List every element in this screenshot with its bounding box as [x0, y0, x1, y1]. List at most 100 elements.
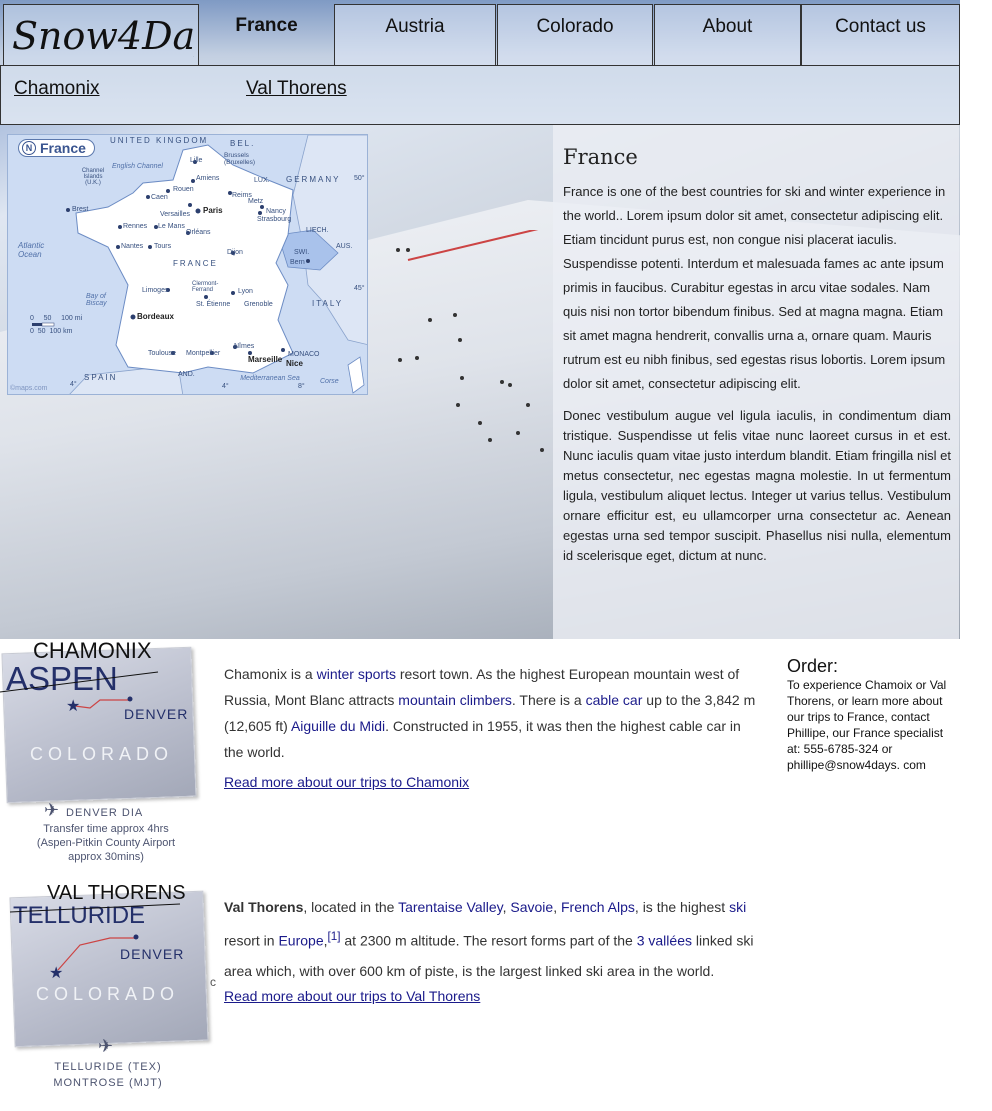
map-city-orleans: Orléans — [186, 229, 211, 236]
map-lon-8: 8° — [298, 383, 305, 390]
svg-text:★: ★ — [66, 698, 80, 715]
map-city-lille: Lille — [190, 157, 203, 164]
map-label-corse: Corse — [320, 378, 339, 385]
map-city-grenoble: Grenoble — [244, 301, 273, 308]
map-lat-45: 45° — [354, 285, 365, 292]
france-info-panel: France France is one of the best countri… — [553, 125, 959, 639]
link-mountain-climbers[interactable]: mountain climbers — [398, 692, 512, 708]
map-label-italy: ITALY — [312, 299, 344, 308]
map-label-germany: GERMANY — [286, 175, 341, 184]
map-city-rouen: Rouen — [173, 186, 194, 193]
map-city-bordeaux: Bordeaux — [137, 312, 174, 321]
link-europe[interactable]: Europe — [278, 933, 323, 949]
map-city-caen: Caen — [151, 194, 168, 201]
airplane-icon: ✈ — [98, 1036, 114, 1056]
map-city-tours: Tours — [154, 243, 172, 250]
read-more-valthorens-link[interactable]: Read more about our trips to Val Thorens — [224, 988, 480, 1004]
valthorens-text: , is the highest — [634, 899, 730, 915]
map-label-channel-islands: Channel Islands (U.K.) — [81, 168, 105, 186]
nav-colorado[interactable]: Colorado — [497, 4, 653, 66]
map-label-bern: Bern — [290, 259, 305, 266]
north-arrow-icon: N — [22, 141, 36, 155]
map-label-uk: UNITED KINGDOM — [110, 136, 209, 145]
link-cable-car[interactable]: cable car — [586, 692, 643, 708]
map-label-swi: SWI. — [294, 249, 310, 256]
map-city-nantes: Nantes — [121, 243, 144, 250]
chamonix-transfer-2: (Aspen-Pitkin County Airport — [36, 837, 176, 849]
valthorens-text: at 2300 m altitude. The resort forms par… — [340, 932, 637, 949]
chamonix-text: Chamonix is a — [224, 666, 317, 682]
map-city-nice: Nice — [286, 359, 303, 368]
chamonix-more-wrap: Read more about our trips to Chamonix — [224, 774, 469, 790]
link-3-vallees[interactable]: 3 vallées — [637, 933, 692, 949]
valthorens-airport-2: MONTROSE (MJT) — [53, 1077, 163, 1089]
stray-character: c — [210, 975, 216, 989]
map-lon-4-west: 4° — [70, 381, 77, 388]
map-city-dijon: Dijon — [227, 249, 243, 256]
link-savoie[interactable]: Savoie — [510, 899, 553, 915]
link-french-alps[interactable]: French Alps — [561, 899, 635, 915]
map-city-nancy: Nancy — [266, 208, 286, 215]
chamonix-airport: DENVER DIA — [66, 807, 144, 819]
map-label-atlantic: Atlantic Ocean — [18, 241, 45, 259]
link-tarentaise-valley[interactable]: Tarentaise Valley — [398, 899, 503, 915]
chamonix-card-state: COLORADO — [30, 744, 174, 764]
nav-contact[interactable]: Contact us — [801, 4, 960, 66]
map-lon-4-east: 4° — [222, 383, 229, 390]
chamonix-badge: CHAMONIX ASPEN ★ DENVER COLORADO ✈ DENVE… — [0, 638, 220, 865]
france-map: N France UNITED KINGDOM English Channel … — [7, 134, 368, 395]
chamonix-description: Chamonix is a winter sports resort town.… — [224, 661, 764, 765]
valthorens-text: resort in — [224, 932, 279, 949]
valthorens-more-wrap: Read more about our trips to Val Thorens — [224, 988, 480, 1004]
top-navigation: Snow4Days France Austria Colorado About … — [0, 3, 960, 66]
map-city-nimes: Nîmes — [234, 343, 255, 350]
valthorens-text: , — [553, 899, 561, 915]
nav-austria[interactable]: Austria — [334, 4, 496, 66]
map-city-brest: Brest — [72, 206, 89, 213]
map-label-brussels: Brussels (Bruxelles) — [224, 152, 256, 166]
read-more-chamonix-link[interactable]: Read more about our trips to Chamonix — [224, 774, 469, 790]
valthorens-card-state: COLORADO — [36, 984, 180, 1004]
map-city-clermont: Clermont-Ferrand — [192, 281, 219, 293]
france-title: France — [563, 145, 638, 169]
link-winter-sports[interactable]: winter sports — [317, 666, 396, 682]
chamonix-transfer-3: approx 30mins) — [68, 851, 144, 863]
footnote-1-link[interactable]: [1] — [328, 930, 341, 943]
order-title: Order: — [787, 656, 839, 676]
map-city-marseille: Marseille — [248, 355, 283, 364]
map-city-lyon: Lyon — [238, 288, 253, 295]
link-aiguille-du-midi[interactable]: Aiguille du Midi — [291, 718, 385, 734]
valthorens-bold-name: Val Thorens — [224, 899, 304, 915]
map-label-aus: AUS. — [336, 243, 353, 250]
map-city-versailles: Versailles — [160, 211, 190, 218]
map-city-montpellier: Montpellier — [186, 350, 221, 357]
map-label-liech: LIECH. — [306, 227, 329, 234]
map-label-monaco: MONACO — [288, 351, 320, 358]
airplane-icon: ✈ — [44, 800, 60, 820]
link-ski[interactable]: ski — [729, 899, 746, 915]
svg-text:★: ★ — [49, 965, 63, 982]
subnav-val-thorens[interactable]: Val Thorens — [246, 78, 347, 100]
map-scale-km: 0 50 100 km — [30, 328, 73, 335]
valthorens-description: Val Thorens, located in the Tarentaise V… — [224, 892, 759, 986]
map-city-st-etienne: St. Étienne — [196, 301, 231, 308]
nav-france[interactable]: France — [199, 4, 334, 66]
map-label-france: FRANCE — [173, 259, 218, 268]
site-logo[interactable]: Snow4Days — [3, 4, 199, 66]
map-label-spain: SPAIN — [84, 373, 118, 382]
valthorens-badge: VAL THORENS TELLURIDE ★ DENVER COLORADO … — [0, 880, 220, 1095]
map-label-med: Mediterranean Sea — [240, 375, 300, 382]
france-paragraph-1: France is one of the best countries for … — [563, 184, 946, 391]
map-label-lux: LUX. — [254, 177, 270, 184]
nav-about[interactable]: About — [654, 4, 801, 66]
map-city-rennes: Rennes — [123, 223, 148, 230]
order-text: To experience Chamoix or Val Thorens, or… — [787, 678, 947, 772]
map-lat-50: 50° — [354, 175, 365, 182]
map-title-badge: N France — [18, 139, 95, 157]
chamonix-card-denver: DENVER — [124, 706, 189, 722]
valthorens-airport-1: TELLURIDE (TEX) — [54, 1061, 162, 1073]
map-label-bel: BEL. — [230, 139, 256, 148]
sub-navigation: Chamonix Val Thorens — [0, 65, 960, 125]
valthorens-text: , located in the — [303, 899, 399, 915]
subnav-chamonix[interactable]: Chamonix — [14, 78, 100, 100]
